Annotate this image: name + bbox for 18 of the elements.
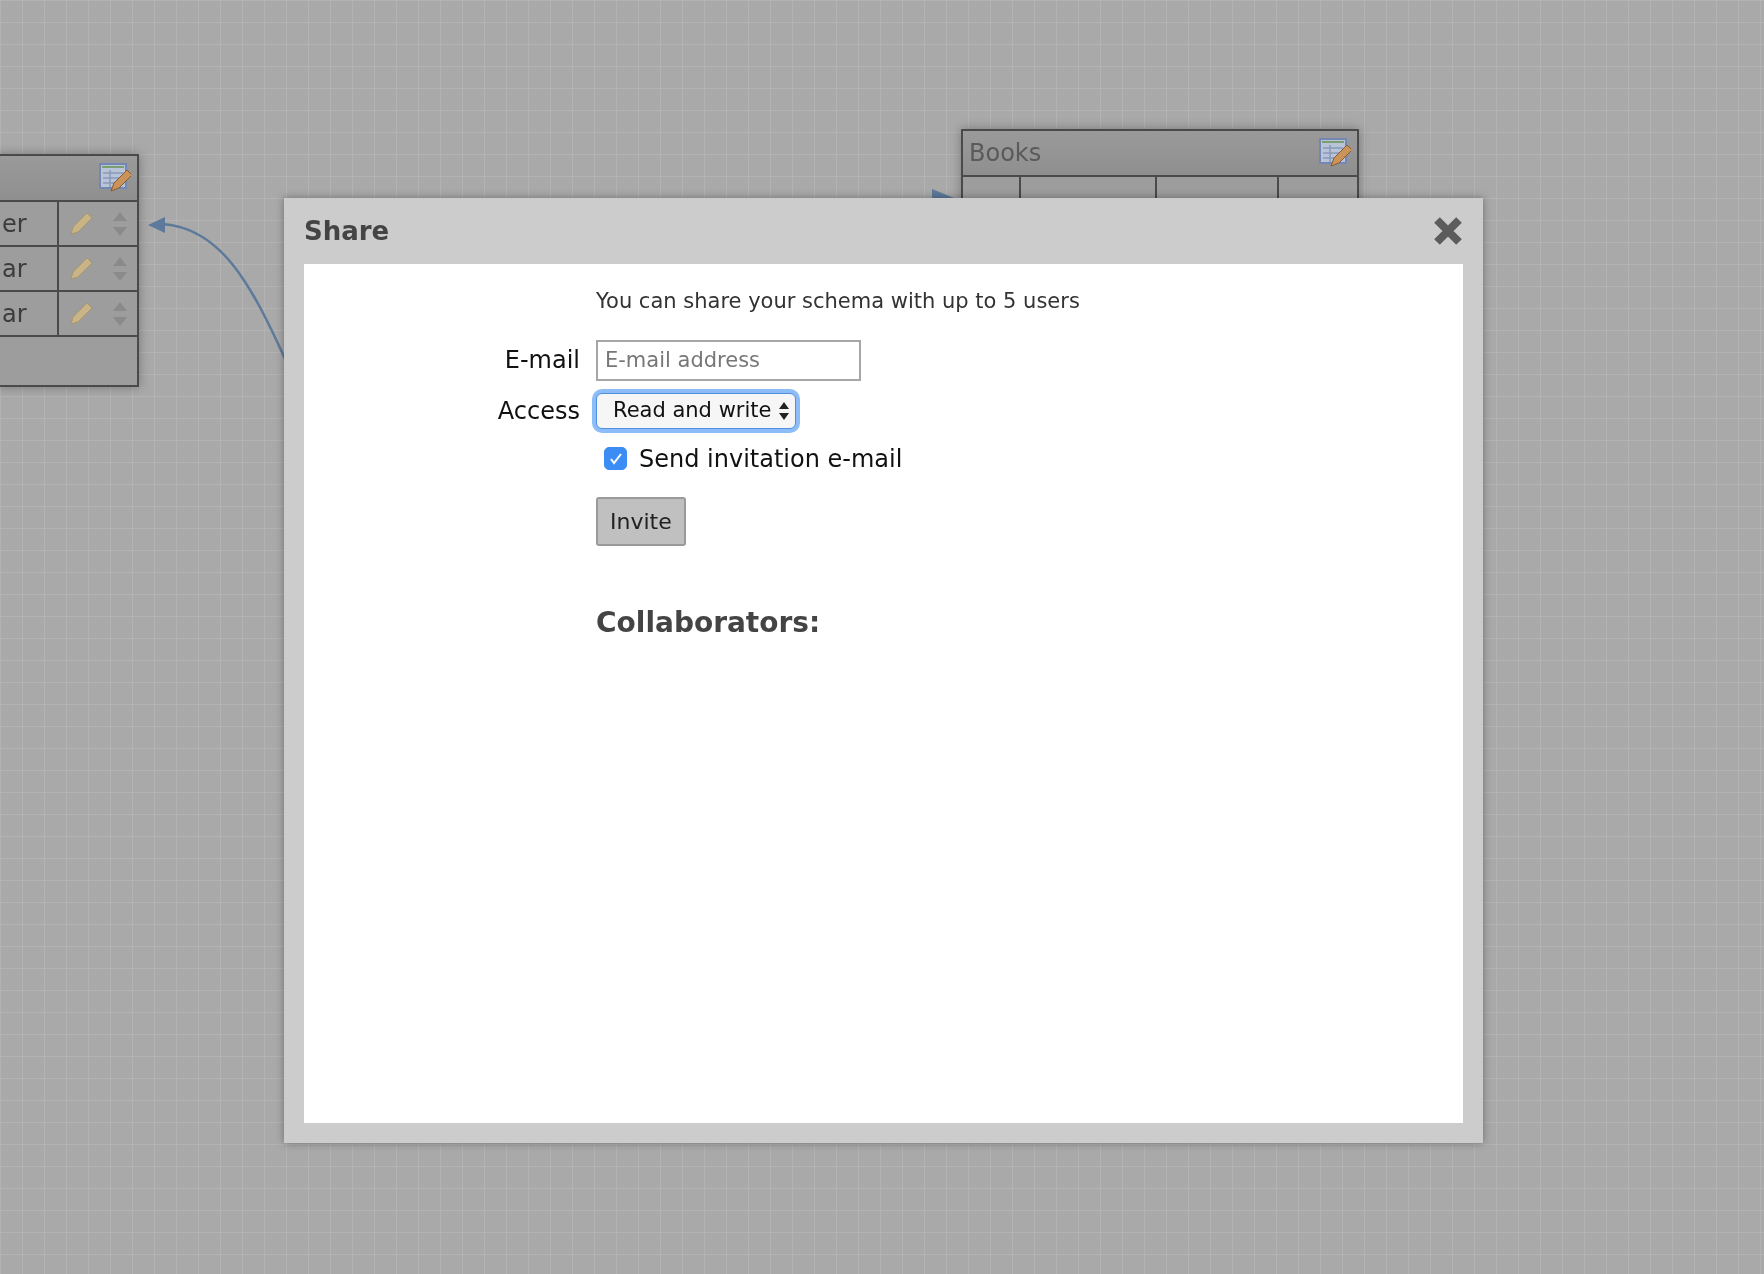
close-icon[interactable] <box>1433 216 1463 246</box>
checkbox[interactable] <box>604 447 627 470</box>
dialog-title: Share <box>304 214 390 248</box>
checkbox-label: Send invitation e-mail <box>639 443 903 475</box>
collaborators-heading: Collaborators: <box>596 605 822 640</box>
pencil-icon[interactable] <box>67 255 94 282</box>
invite-button[interactable]: Invite <box>596 496 686 546</box>
pencil-icon[interactable] <box>67 300 94 327</box>
intro-text: You can share your schema with up to 5 users <box>596 288 1081 315</box>
access-label: Access <box>497 395 580 427</box>
email-field[interactable]: E-mail address <box>596 339 861 381</box>
column-name: ar <box>0 292 59 335</box>
column-name: ar <box>0 247 59 290</box>
dropdown-arrows-icon <box>779 400 790 421</box>
pencil-icon[interactable] <box>67 210 94 237</box>
table-title: Books <box>969 138 1042 169</box>
column-name: er <box>0 202 59 245</box>
email-label: E-mail <box>504 345 580 376</box>
